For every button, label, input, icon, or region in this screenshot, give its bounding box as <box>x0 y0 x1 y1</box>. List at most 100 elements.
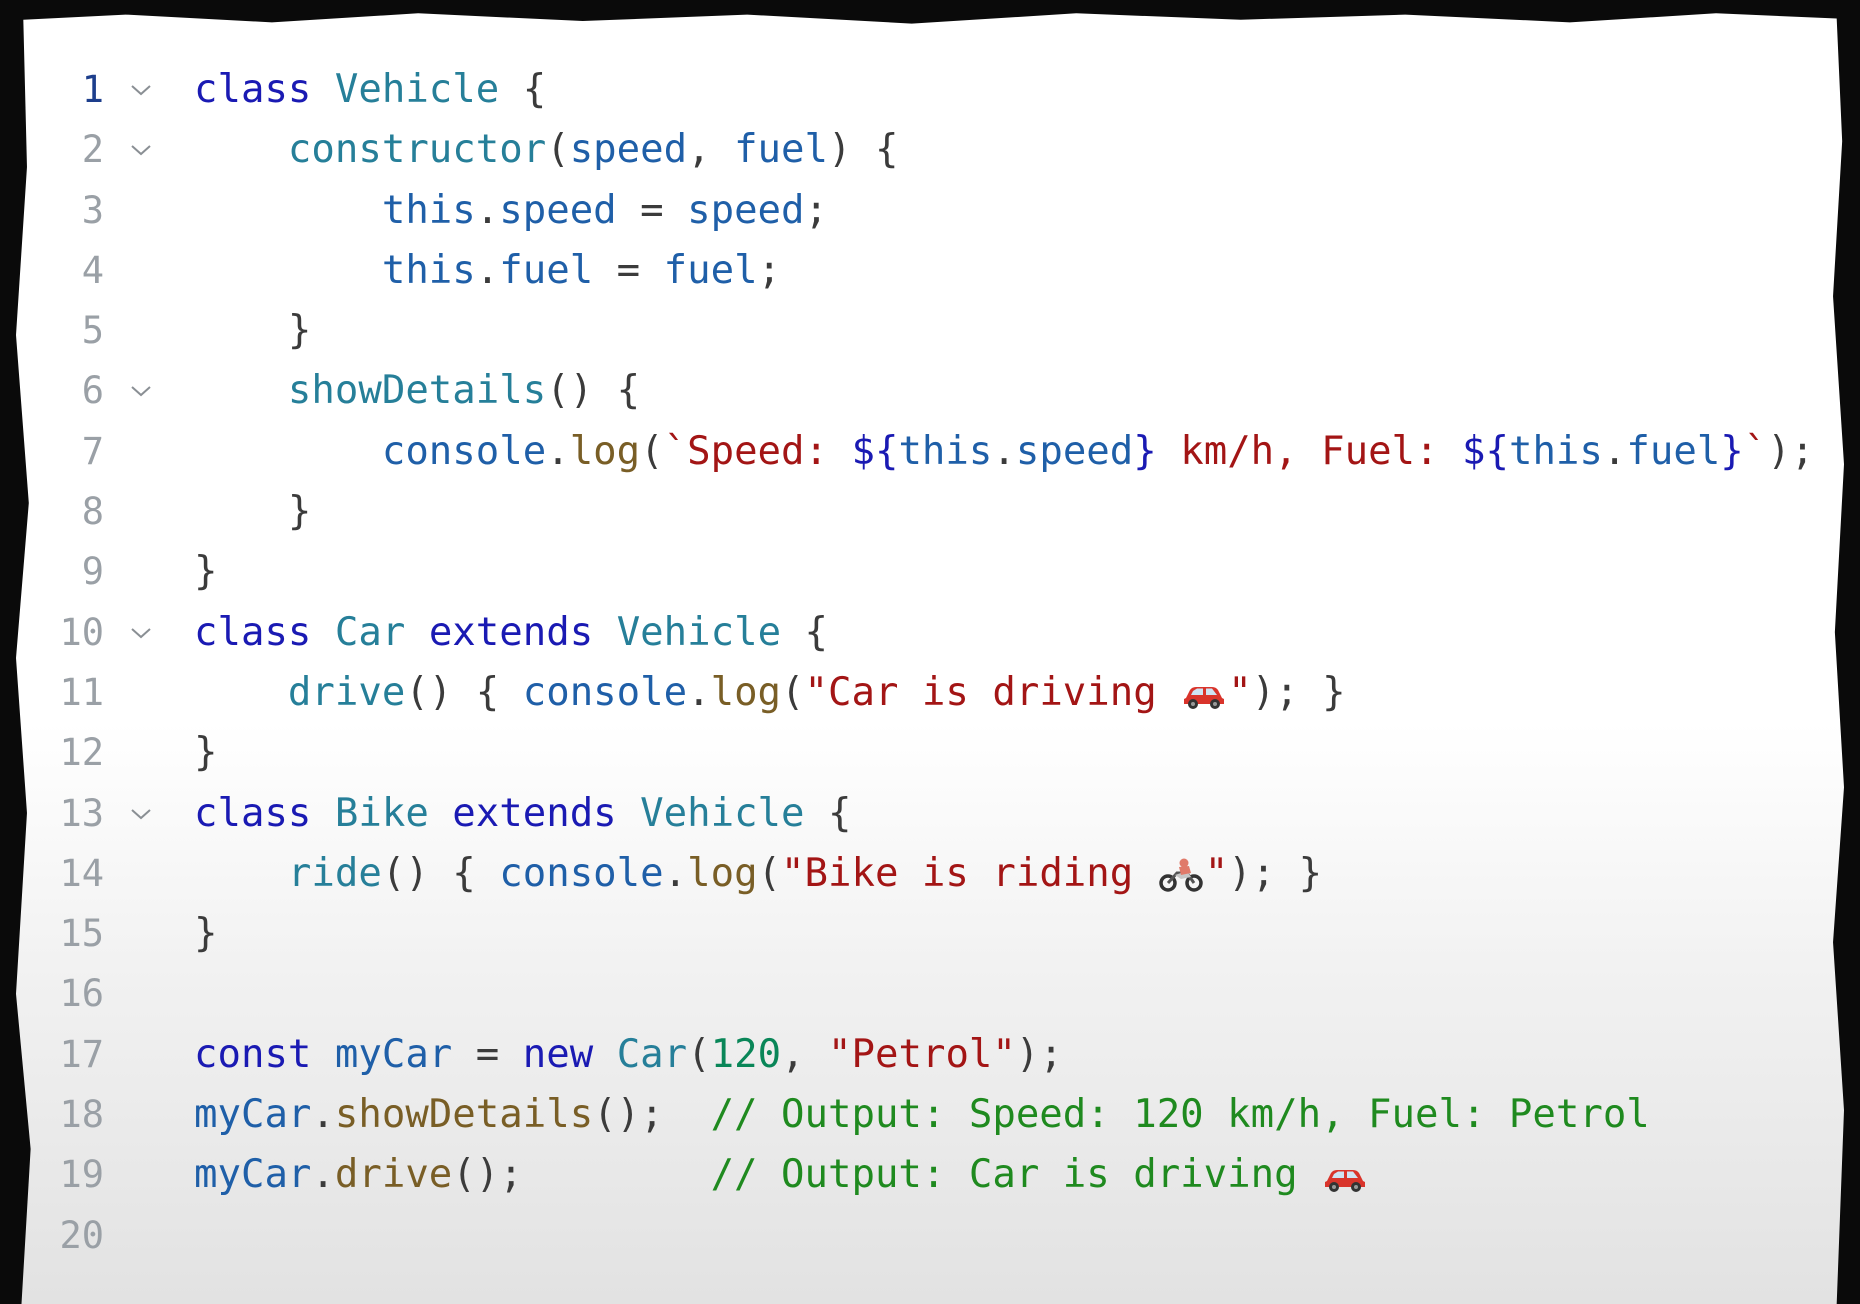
code-token: speed <box>1015 428 1134 474</box>
code-text: } <box>194 482 311 542</box>
code-token: () { <box>546 368 641 414</box>
code-line[interactable]: 18 myCar.showDetails(); // Output: Speed:… <box>16 1085 1836 1145</box>
code-line[interactable]: 11 drive() { console.log("Car is driving… <box>16 663 1836 723</box>
line-number: 16 <box>59 972 104 1016</box>
code-token: . <box>311 1152 335 1198</box>
code-line[interactable]: 13 class Bike extends Vehicle { <box>16 784 1836 844</box>
code-token: log <box>710 669 782 715</box>
line-number: 6 <box>81 369 104 413</box>
car-emoji-icon <box>1321 1152 1369 1197</box>
code-token: this <box>1508 428 1603 474</box>
line-number: 13 <box>59 791 104 835</box>
fold-chevron-icon[interactable] <box>126 784 156 844</box>
fold-chevron-icon[interactable] <box>126 120 156 180</box>
code-token: . <box>311 1092 335 1138</box>
code-token: Bike <box>334 790 429 836</box>
code-token: } <box>1720 428 1744 474</box>
code-line[interactable]: 1 class Vehicle { <box>16 60 1836 120</box>
code-token: (); <box>593 1092 711 1138</box>
code-token: new <box>522 1031 594 1077</box>
code-token: " <box>1228 669 1252 715</box>
code-token: Vehicle <box>640 790 805 836</box>
code-token: ( <box>757 850 782 896</box>
line-number: 5 <box>81 309 104 353</box>
code-line[interactable]: 7 console.log(`Speed: ${this.speed} km/h… <box>16 422 1836 482</box>
code-editor[interactable]: 1 class Vehicle {2 constructor(speed, fue… <box>16 60 1836 1266</box>
code-text: } <box>194 542 217 602</box>
code-token: fuel <box>1626 428 1721 474</box>
code-token: } <box>194 549 218 595</box>
code-line[interactable]: 2 constructor(speed, fuel) { <box>16 120 1836 180</box>
code-text: } <box>194 904 217 964</box>
code-token: this <box>381 187 476 233</box>
code-token: ); <box>1767 428 1815 474</box>
code-token: ${ <box>1462 428 1509 474</box>
line-number: 2 <box>81 128 104 172</box>
code-token: ${ <box>851 428 899 474</box>
code-line[interactable]: 12} <box>16 723 1836 783</box>
code-token: ( <box>640 428 664 474</box>
code-token: extends <box>452 790 617 836</box>
code-token: } <box>287 308 312 354</box>
code-token: { <box>499 67 547 112</box>
code-token: . <box>546 428 570 474</box>
code-text: } <box>194 301 311 361</box>
code-token: drive <box>287 669 406 715</box>
line-number: 12 <box>59 731 104 775</box>
code-token: . <box>992 428 1016 474</box>
code-line[interactable]: 9} <box>16 542 1836 602</box>
code-line[interactable]: 20 <box>16 1206 1836 1266</box>
code-line[interactable]: 8 } <box>16 482 1836 542</box>
code-token: class <box>194 609 312 655</box>
code-token: // Output: Car is driving <box>710 1152 1322 1198</box>
car-emoji-icon <box>1180 670 1228 715</box>
code-text: class Car extends Vehicle { <box>194 603 828 663</box>
code-line[interactable]: 3 this.speed = speed; <box>16 181 1836 241</box>
line-number: 9 <box>81 550 104 594</box>
code-text: constructor(speed, fuel) { <box>194 120 899 180</box>
code-line[interactable]: 4 this.fuel = fuel; <box>16 241 1836 301</box>
code-token: // Output: Speed: 120 km/h, Fuel: Petrol <box>710 1092 1650 1138</box>
code-line[interactable]: 16 <box>16 964 1836 1024</box>
code-token: km/h, Fuel: <box>1156 428 1462 474</box>
code-token: . <box>475 187 500 233</box>
code-line[interactable]: 10 class Car extends Vehicle { <box>16 603 1836 663</box>
code-token: showDetails <box>334 1092 594 1138</box>
line-number: 15 <box>59 912 104 956</box>
code-token: "Car is driving <box>804 669 1181 715</box>
code-token: log <box>569 428 641 474</box>
code-token: "Bike is riding <box>781 850 1157 896</box>
code-token: fuel <box>499 247 594 293</box>
line-number: 7 <box>81 429 104 473</box>
line-number: 11 <box>59 670 104 714</box>
code-token: speed <box>569 127 688 173</box>
code-text: myCar.drive(); // Output: Car is driving <box>194 1145 1369 1205</box>
code-line[interactable]: 14 ride() { console.log("Bike is riding … <box>16 844 1836 904</box>
code-token: . <box>687 669 711 715</box>
code-line[interactable]: 17 const myCar = new Car(120, "Petrol"); <box>16 1025 1836 1085</box>
line-number: 19 <box>59 1153 104 1197</box>
code-token: = <box>616 187 688 233</box>
code-line[interactable]: 5 } <box>16 301 1836 361</box>
code-line[interactable]: 6 showDetails() { <box>16 361 1836 421</box>
code-token: ; <box>804 187 828 233</box>
fold-chevron-icon[interactable] <box>126 361 156 421</box>
line-number: 1 <box>81 68 104 111</box>
code-line[interactable]: 15} <box>16 904 1836 964</box>
code-token: } <box>194 730 218 776</box>
code-line[interactable]: 19 myCar.drive(); // Output: Car is drivi… <box>16 1145 1836 1205</box>
code-text: myCar.showDetails(); // Output: Speed: 1… <box>194 1085 1650 1145</box>
fold-chevron-icon[interactable] <box>126 603 156 663</box>
fold-chevron-icon[interactable] <box>126 60 156 120</box>
code-token: Vehicle <box>616 609 782 655</box>
code-token: . <box>475 247 500 293</box>
line-number: 10 <box>59 610 104 654</box>
line-number: 14 <box>59 851 104 895</box>
